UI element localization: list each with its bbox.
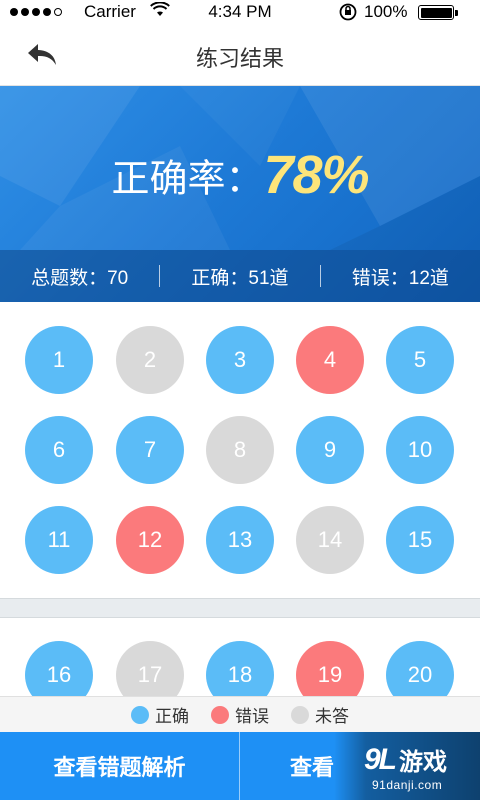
question-10-button[interactable]: 10 — [386, 416, 454, 484]
legend-wrong: 错误 — [211, 702, 269, 727]
correct-swatch-icon — [131, 705, 149, 724]
question-17-button[interactable]: 17 — [116, 641, 184, 696]
question-7-button[interactable]: 7 — [116, 416, 184, 484]
question-16-button[interactable]: 16 — [25, 641, 93, 696]
question-11-button[interactable]: 11 — [25, 506, 93, 574]
question-9-button[interactable]: 9 — [296, 416, 364, 484]
page-title: 练习结果 — [195, 46, 284, 71]
rotation-lock-icon — [338, 1, 358, 26]
section-divider — [0, 598, 480, 618]
question-3-button[interactable]: 3 — [206, 326, 274, 394]
accuracy-display: 正确率：78% — [0, 144, 480, 206]
watermark-logo: 9L 游戏 — [364, 742, 447, 777]
watermark-name: 游戏 — [399, 749, 448, 776]
status-time: 4:34 PM — [208, 2, 272, 21]
battery-icon — [418, 5, 458, 20]
question-grid: 1 2 3 4 5 6 7 8 9 10 11 12 13 14 15 — [0, 302, 480, 598]
question-14-button[interactable]: 14 — [296, 506, 364, 574]
nav-bar: 练习结果 — [0, 24, 480, 86]
wrong-swatch-icon — [211, 705, 229, 724]
question-6-button[interactable]: 6 — [25, 416, 93, 484]
question-15-button[interactable]: 15 — [386, 506, 454, 574]
question-20-button[interactable]: 20 — [386, 641, 454, 696]
question-4-button[interactable]: 4 — [296, 326, 364, 394]
accuracy-value: 78% — [263, 145, 369, 205]
total-questions: 总题数：70 — [31, 267, 129, 289]
legend-wrong-label: 错误 — [235, 707, 269, 726]
status-bar: Carrier 4:34 PM 100% — [0, 0, 480, 24]
legend-correct: 正确 — [131, 702, 189, 727]
question-19-button[interactable]: 19 — [296, 641, 364, 696]
accuracy-label: 正确率： — [111, 158, 264, 201]
question-1-button[interactable]: 1 — [25, 326, 93, 394]
legend-unanswered-label: 未答 — [315, 707, 349, 726]
question-2-button[interactable]: 2 — [116, 326, 184, 394]
unanswered-swatch-icon — [291, 705, 309, 724]
view-wrong-analysis-button[interactable]: 查看错题解析 — [0, 732, 240, 800]
legend: 正确 错误 未答 — [0, 696, 480, 732]
question-12-button[interactable]: 12 — [116, 506, 184, 574]
question-grid-continued: 16 17 18 19 20 — [0, 618, 480, 696]
stats-bar: 总题数：70 正确：51道 错误：12道 — [0, 250, 480, 302]
legend-unanswered: 未答 — [291, 702, 349, 727]
watermark-url: 91danji.com — [372, 778, 443, 792]
question-18-button[interactable]: 18 — [206, 641, 274, 696]
correct-count: 正确：51道 — [191, 267, 289, 289]
question-13-button[interactable]: 13 — [206, 506, 274, 574]
wrong-count: 错误：12道 — [351, 267, 449, 289]
question-8-button[interactable]: 8 — [206, 416, 274, 484]
battery-percent: 100% — [364, 2, 408, 21]
result-summary-banner: 正确率：78% 总题数：70 正确：51道 错误：12道 — [0, 86, 480, 302]
legend-correct-label: 正确 — [155, 707, 189, 726]
watermark-mark: 9L — [364, 742, 397, 776]
site-watermark: 9L 游戏 91danji.com — [334, 732, 480, 800]
question-5-button[interactable]: 5 — [386, 326, 454, 394]
